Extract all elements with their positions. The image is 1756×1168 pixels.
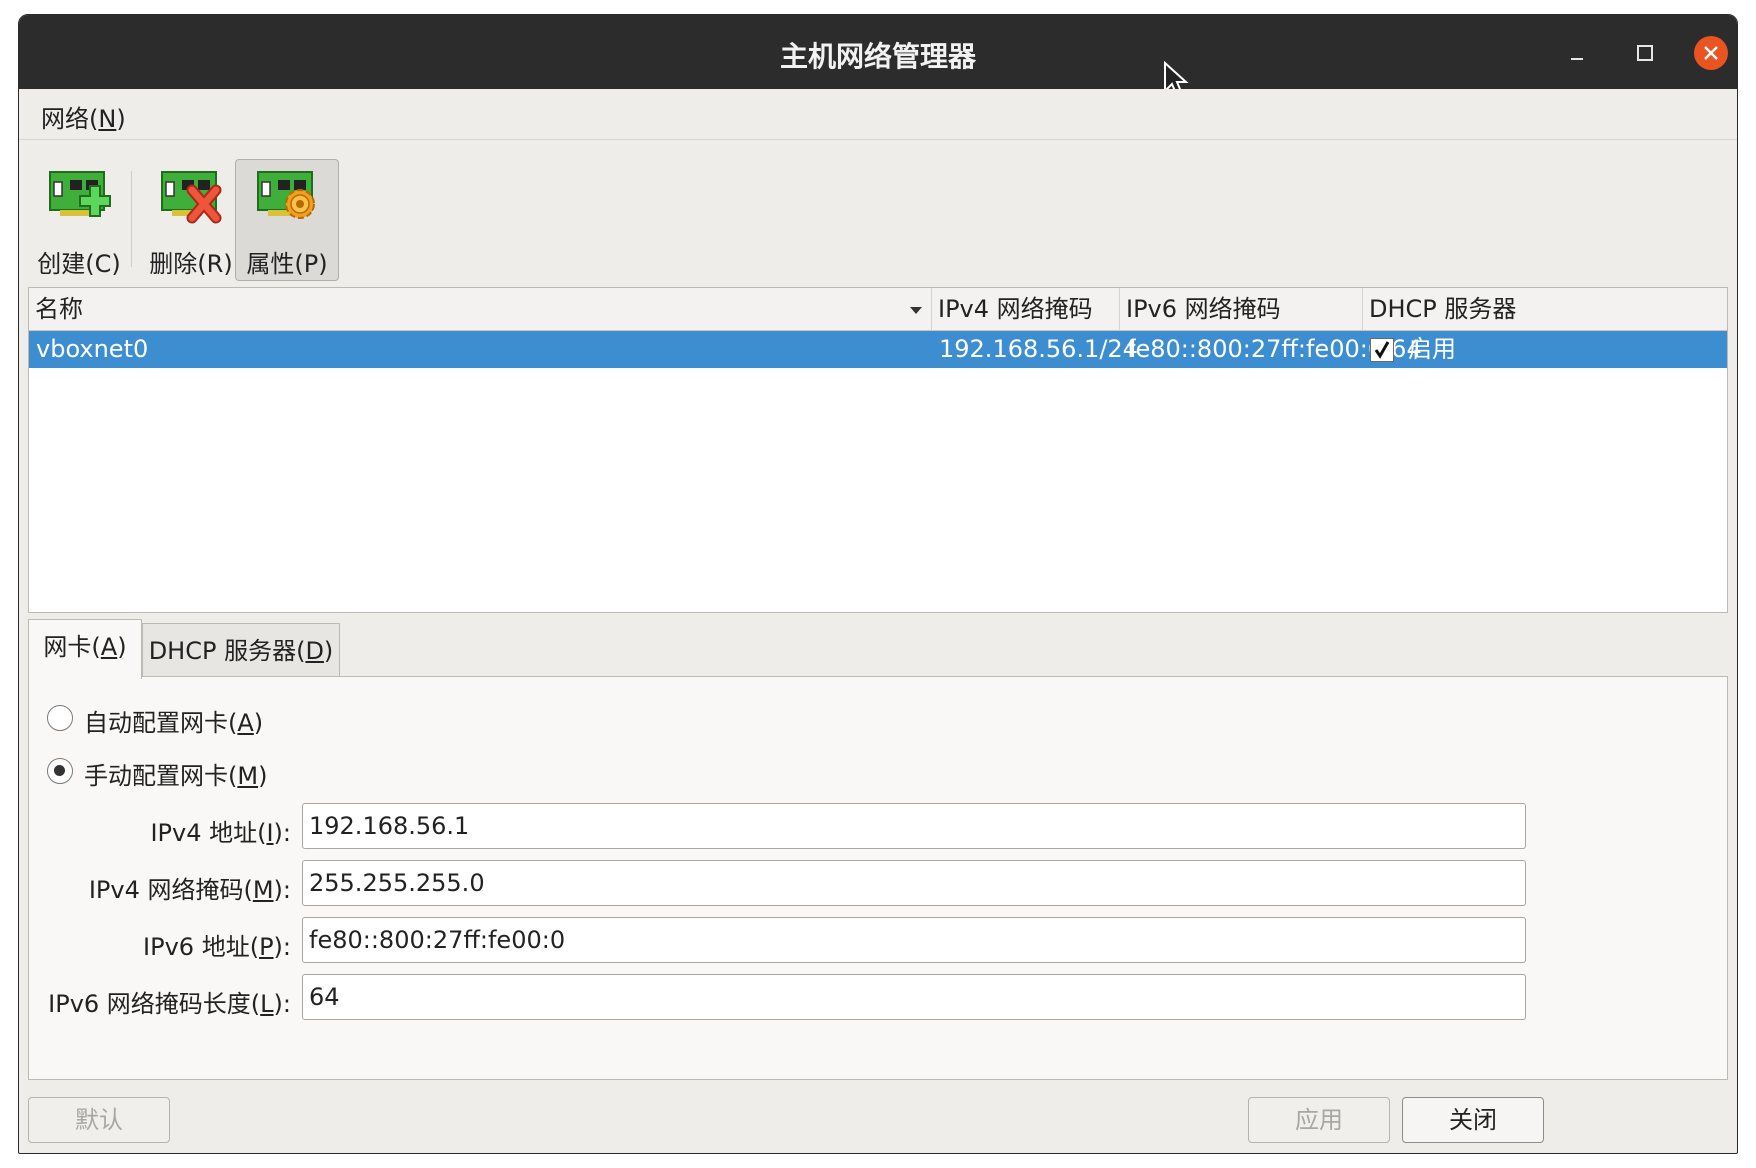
host-network-table[interactable]: 名称 IPv4 网络掩码 IPv6 网络掩码 DHCP 服务器 vboxnet0… [28,287,1728,613]
table-header: 名称 IPv4 网络掩码 IPv6 网络掩码 DHCP 服务器 [29,288,1727,331]
menu-bar: 网络(N) [19,89,1737,140]
ipv4-mask-label: IPv4 网络掩码(M): [88,876,291,904]
cell-ipv4: 192.168.56.1/24 [939,335,1138,363]
create-button[interactable]: 创建(C) [27,159,131,281]
title-bar[interactable]: 主机网络管理器 [19,15,1737,89]
close-window-button[interactable] [1693,35,1729,71]
window-title: 主机网络管理器 [779,40,976,73]
dhcp-enabled-checkbox[interactable] [1370,338,1394,362]
table-row[interactable]: vboxnet0 192.168.56.1/24 fe80::800:27ff:… [29,331,1727,368]
maximize-icon [1637,45,1653,61]
menu-network[interactable]: 网络(N) [41,99,126,134]
ipv6-address-label: IPv6 地址(P): [143,933,291,961]
sort-descending-icon [910,307,922,314]
manual-config-label[interactable]: 手动配置网卡(M) [84,756,267,791]
adapter-panel: 自动配置网卡(A) 手动配置网卡(M) IPv4 地址(I): 192.168.… [28,676,1728,1080]
tab-adapter[interactable]: 网卡(A) [28,619,142,679]
ipv6-prefix-length-input[interactable]: 64 [302,974,1526,1020]
tab-bar: 网卡(A) DHCP 服务器(D) [28,619,1728,679]
column-dhcp-server[interactable]: DHCP 服务器 [1363,288,1727,330]
column-ipv4-mask[interactable]: IPv4 网络掩码 [932,288,1120,330]
remove-label: 删除(R) [149,250,233,278]
ipv4-address-label: IPv4 地址(I): [150,819,291,847]
auto-config-radio[interactable] [47,705,73,731]
ipv4-address-input[interactable]: 192.168.56.1 [302,803,1526,849]
create-label: 创建(C) [37,250,121,278]
minimize-icon [1571,58,1583,60]
network-card-add-icon [49,171,111,217]
apply-button[interactable]: 应用 [1248,1097,1390,1143]
radio-selected-dot [54,765,65,776]
ipv6-address-input[interactable]: fe80::800:27ff:fe00:0 [302,917,1526,963]
tab-dhcp-server[interactable]: DHCP 服务器(D) [142,623,340,677]
network-card-remove-icon [161,171,222,224]
remove-button[interactable]: 删除(R) [139,159,243,281]
close-icon [1694,36,1728,70]
toolbar: 创建(C) 删除(R) 属性(P) [19,141,1737,287]
ipv4-mask-input[interactable]: 255.255.255.0 [302,860,1526,906]
network-card-properties-icon [257,171,315,219]
properties-label: 属性(P) [246,250,328,278]
cell-name: vboxnet0 [36,335,149,363]
minimize-button[interactable] [1559,35,1595,71]
host-network-manager-window: 主机网络管理器 网络(N) 创建(C) 删除(R) 属性(P) 名称 IPv4 … [18,14,1738,1154]
column-name[interactable]: 名称 [29,288,932,330]
cell-dhcp: 启用 [1408,335,1456,363]
auto-config-label[interactable]: 自动配置网卡(A) [84,703,263,738]
toolbar-separator [131,171,132,267]
properties-button[interactable]: 属性(P) [235,159,339,281]
close-button[interactable]: 关闭 [1402,1097,1544,1143]
column-ipv6-mask[interactable]: IPv6 网络掩码 [1120,288,1363,330]
ipv6-prefix-length-label: IPv6 网络掩码长度(L): [48,990,291,1018]
reset-button[interactable]: 默认 [28,1097,170,1143]
cell-ipv6: fe80::800:27ff:fe00:0/64 [1127,335,1422,363]
manual-config-radio[interactable] [47,758,73,784]
checkmark-icon [1374,341,1390,359]
maximize-button[interactable] [1627,35,1663,71]
